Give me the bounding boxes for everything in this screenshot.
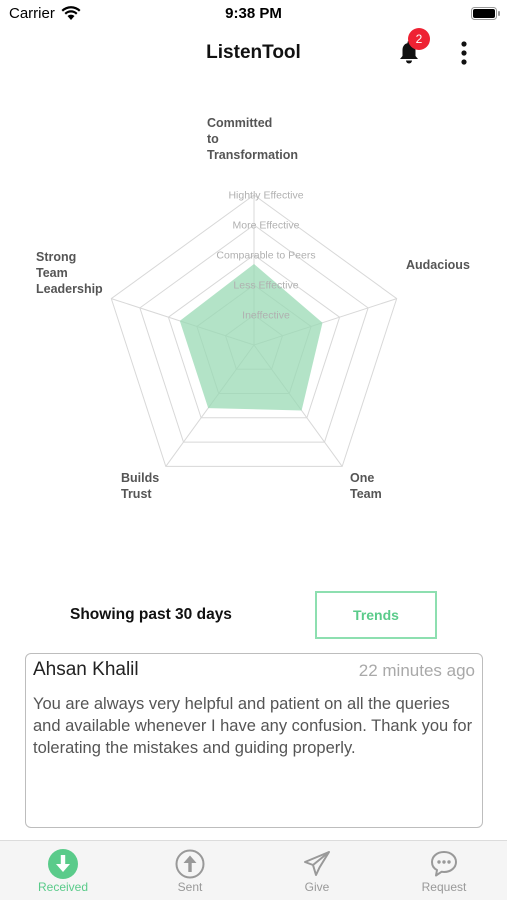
radar-axis-label: Committed to Transformation (207, 116, 298, 162)
tab-received[interactable]: Received (0, 841, 126, 900)
tab-label-received: Received (37, 880, 89, 894)
tab-label-request: Request (421, 880, 467, 894)
tab-bar: Received Sent Give Request (0, 840, 507, 900)
radar-level-label: Comparable to Peers (216, 250, 315, 262)
tab-request[interactable]: Request (381, 841, 507, 900)
paper-plane-icon (304, 851, 330, 876)
tab-give[interactable]: Give (254, 841, 380, 900)
radar-level-label: Ineffective (242, 310, 290, 322)
notifications-button[interactable]: 2 (396, 28, 436, 69)
radar-axis-label: Builds Trust (121, 471, 159, 501)
radar-axis-label: Audacious (406, 258, 470, 272)
more-options-icon[interactable] (456, 40, 472, 66)
notification-badge: 2 (408, 28, 430, 50)
nav-bar: ListenTool 2 (0, 28, 507, 78)
feedback-message: You are always very helpful and patient … (33, 695, 473, 757)
radar-chart: Ineffective Less Effective Comparable to P… (36, 116, 470, 501)
tab-label-give: Give (304, 880, 330, 894)
radar-level-label: More Effective (233, 220, 300, 232)
radar-level-label: Less Effective (233, 280, 298, 292)
radar-level-label: Hightly Effective (228, 190, 303, 202)
arrow-down-circle-icon (48, 849, 78, 879)
chat-bubble-icon (431, 851, 457, 877)
battery-icon (471, 7, 500, 20)
feedback-timestamp: 22 minutes ago (358, 661, 475, 680)
tab-sent[interactable]: Sent (127, 841, 253, 900)
trends-button[interactable]: Trends (315, 591, 437, 639)
date-range-label: Showing past 30 days (70, 606, 232, 623)
radar-axis-label: Strong Team Leadership (36, 250, 103, 296)
feedback-card[interactable]: Ahsan Khalil 22 minutes ago You are alwa… (25, 653, 483, 828)
feedback-author: Ahsan Khalil (33, 659, 139, 680)
status-time: 9:38 PM (225, 5, 282, 22)
radar-axis-label: One Team (350, 471, 382, 501)
arrow-up-circle-icon (175, 849, 205, 879)
status-bar: Carrier 9:38 PM (0, 0, 507, 28)
tab-label-sent: Sent (177, 880, 203, 894)
